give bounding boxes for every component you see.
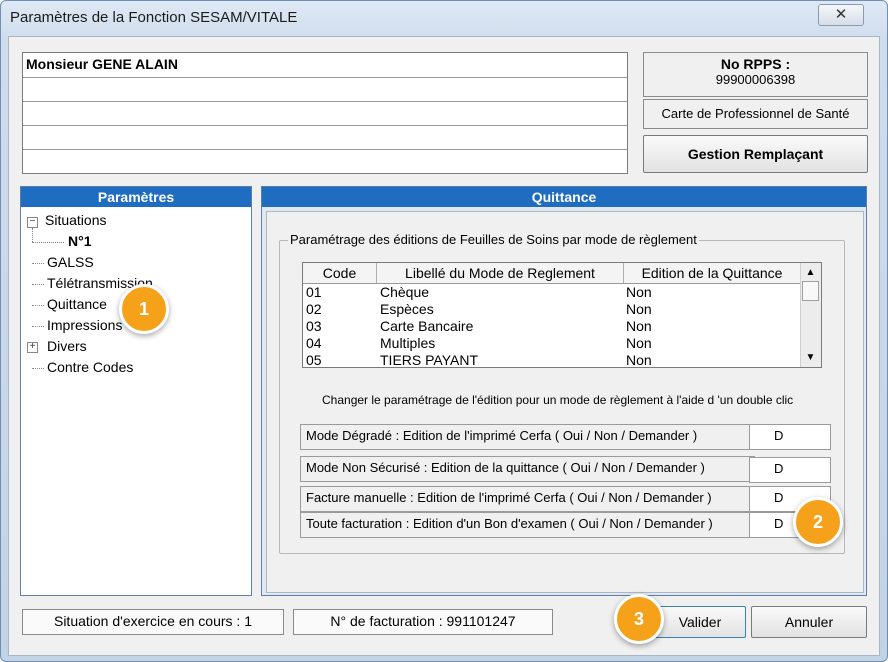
tree-item-impressions[interactable]: Impressions — [47, 317, 122, 333]
tree-connector — [32, 368, 44, 369]
option-label-toute-facturation: Toute facturation : Edition d'un Bon d'e… — [300, 512, 755, 538]
cell-libelle: Multiples — [380, 335, 436, 351]
step-badge-3: 3 — [614, 594, 664, 644]
cell-edition: Non — [626, 352, 652, 368]
tree-item-contre-codes[interactable]: Contre Codes — [47, 359, 133, 375]
step-badge-1: 1 — [119, 284, 169, 334]
cell-libelle: TIERS PAYANT — [380, 352, 479, 368]
cell-libelle: Chèque — [380, 284, 430, 300]
column-header-edition[interactable]: Edition de la Quittance — [624, 263, 801, 283]
tree-connector — [32, 228, 33, 242]
tree-item-galss[interactable]: GALSS — [47, 254, 94, 270]
gestion-remplacant-button[interactable]: Gestion Remplaçant — [643, 135, 868, 173]
collapse-icon[interactable]: − — [27, 217, 38, 228]
rpps-box: No RPPS : 99900006398 — [643, 52, 868, 97]
cell-libelle: Carte Bancaire — [380, 318, 474, 334]
cell-edition: Non — [626, 301, 652, 317]
tree-connector — [32, 284, 44, 285]
option-label-mode-degrade: Mode Dégradé : Edition de l'imprimé Cerf… — [300, 424, 751, 450]
patient-line-2 — [23, 77, 627, 102]
quittance-title: Quittance — [262, 187, 866, 207]
cell-code: 02 — [306, 301, 322, 317]
cell-code: 05 — [306, 352, 322, 368]
parametres-panel: Paramètres − Situations N°1 GALSS Télétr… — [20, 186, 252, 596]
cell-edition: Non — [626, 318, 652, 334]
tree-connector — [32, 263, 44, 264]
tree-connector — [32, 242, 64, 243]
cell-edition: Non — [626, 284, 652, 300]
tree-item-situations[interactable]: Situations — [45, 212, 106, 228]
patient-line-4 — [23, 125, 627, 150]
rpps-label: No RPPS : — [720, 56, 791, 72]
tree-item-quittance[interactable]: Quittance — [47, 296, 107, 312]
facturation-status: N° de facturation : 991101247 — [293, 609, 553, 635]
expand-icon[interactable]: + — [27, 342, 38, 353]
option-value-mode-non-securise[interactable]: D — [749, 457, 831, 483]
parametres-title: Paramètres — [21, 187, 251, 207]
option-value-mode-degrade[interactable]: D — [749, 424, 831, 450]
table-row[interactable]: 01 Chèque Non — [303, 284, 801, 301]
window-title: Paramètres de la Fonction SESAM/VITALE — [10, 9, 298, 26]
cell-code: 04 — [306, 335, 322, 351]
table-row[interactable]: 04 Multiples Non — [303, 335, 801, 352]
double-click-hint: Changer le paramétrage de l'édition pour… — [322, 393, 794, 407]
reglement-table[interactable]: Code Libellé du Mode de Reglement Editio… — [302, 262, 822, 368]
option-label-mode-non-securise: Mode Non Sécurisé : Edition de la quitta… — [300, 456, 755, 482]
table-row[interactable]: 05 TIERS PAYANT Non — [303, 352, 801, 369]
tree-connector — [32, 326, 44, 327]
column-header-code[interactable]: Code — [303, 263, 377, 283]
scroll-thumb[interactable] — [802, 281, 819, 301]
tree-connector — [32, 305, 44, 306]
table-row[interactable]: 02 Espèces Non — [303, 301, 801, 318]
tree-item-n1[interactable]: N°1 — [68, 233, 92, 249]
column-header-libelle[interactable]: Libellé du Mode de Reglement — [377, 263, 624, 283]
scroll-down-icon[interactable]: ▼ — [802, 349, 819, 366]
reglement-group-label: Paramétrage des éditions de Feuilles de … — [288, 232, 699, 247]
table-scrollbar[interactable]: ▲ ▼ — [800, 263, 821, 367]
situation-status: Situation d'exercice en cours : 1 — [22, 609, 284, 635]
cell-code: 01 — [306, 284, 322, 300]
cell-libelle: Espèces — [380, 301, 434, 317]
patient-line-1: Monsieur GENE ALAIN — [23, 53, 627, 78]
close-button[interactable]: ✕ — [818, 4, 864, 26]
scroll-up-icon[interactable]: ▲ — [802, 264, 819, 281]
table-row[interactable]: 03 Carte Bancaire Non — [303, 318, 801, 335]
patient-name: Monsieur GENE ALAIN — [26, 56, 178, 72]
valider-button[interactable]: Valider — [654, 606, 746, 638]
table-header: Code Libellé du Mode de Reglement Editio… — [303, 263, 801, 284]
cps-label: Carte de Professionnel de Santé — [643, 99, 868, 129]
cell-edition: Non — [626, 335, 652, 351]
tree-item-divers[interactable]: Divers — [47, 338, 87, 354]
patient-line-3 — [23, 101, 627, 126]
cell-code: 03 — [306, 318, 322, 334]
patient-info-box: Monsieur GENE ALAIN — [22, 52, 628, 174]
annuler-button[interactable]: Annuler — [751, 606, 867, 638]
rpps-value: 99900006398 — [715, 72, 796, 87]
step-badge-2: 2 — [793, 497, 843, 547]
option-label-facture-manuelle: Facture manuelle : Edition de l'imprimé … — [300, 486, 755, 512]
patient-line-5 — [23, 149, 627, 173]
